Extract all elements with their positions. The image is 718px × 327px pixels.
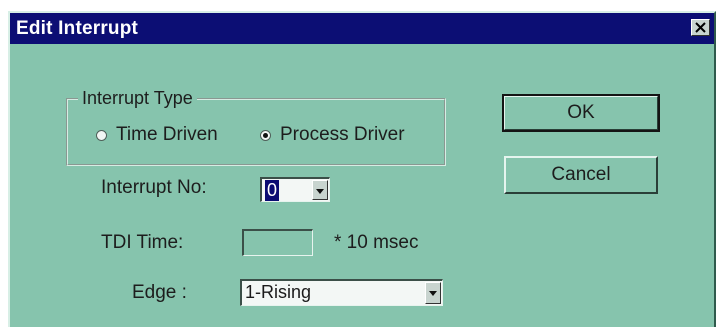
chevron-down-icon[interactable] [312, 180, 328, 200]
radio-process-driver[interactable]: Process Driver [260, 124, 405, 146]
edge-label: Edge : [132, 282, 187, 303]
tdi-time-label: TDI Time: [101, 232, 184, 253]
title-bar[interactable]: Edit Interrupt [10, 13, 714, 44]
close-icon [695, 22, 706, 33]
radio-indicator[interactable] [96, 129, 107, 141]
cancel-button-label: Cancel [551, 164, 611, 185]
ok-button[interactable]: OK [502, 94, 660, 132]
radio-label-time-driven: Time Driven [116, 124, 218, 145]
radio-indicator-selected[interactable] [260, 129, 271, 141]
interrupt-no-select[interactable]: 0 [260, 177, 330, 202]
radio-label-process-driver: Process Driver [280, 124, 405, 145]
edit-interrupt-dialog: Edit Interrupt Interrupt Type Time Drive… [8, 11, 716, 327]
edge-select[interactable]: 1-Rising [240, 279, 443, 306]
window-title: Edit Interrupt [16, 18, 139, 39]
interrupt-no-value: 0 [265, 180, 280, 201]
interrupt-type-legend: Interrupt Type [78, 88, 197, 109]
tdi-time-unit: * 10 msec [334, 232, 419, 253]
cancel-button[interactable]: Cancel [504, 156, 658, 194]
interrupt-no-label: Interrupt No: [101, 177, 207, 198]
edge-value: 1-Rising [245, 282, 312, 302]
ok-button-label: OK [567, 102, 595, 123]
close-button[interactable] [691, 19, 710, 36]
radio-time-driven[interactable]: Time Driven [96, 124, 218, 146]
chevron-down-icon[interactable] [425, 282, 441, 304]
tdi-time-input[interactable] [242, 229, 313, 256]
